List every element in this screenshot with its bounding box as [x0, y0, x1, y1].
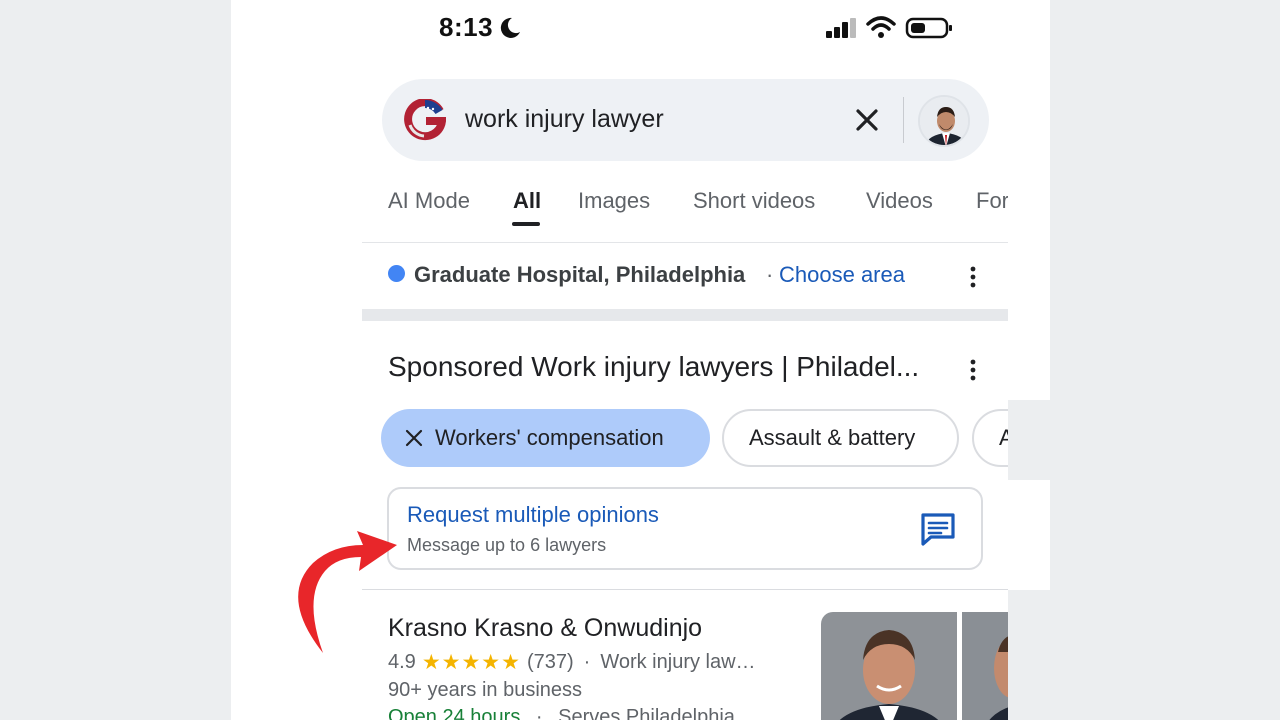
tab-images[interactable]: Images: [578, 188, 650, 214]
active-tab-indicator: [512, 222, 540, 226]
sponsored-more-icon[interactable]: [969, 358, 977, 382]
request-opinions-card[interactable]: [387, 487, 983, 570]
battery-icon: [905, 17, 952, 39]
firm-category: Work injury law…: [600, 651, 756, 673]
hours-separator: ·: [535, 706, 543, 720]
profile-avatar[interactable]: [918, 95, 970, 147]
tab-ai-mode[interactable]: AI Mode: [388, 188, 470, 214]
tab-forums[interactable]: For: [976, 188, 1008, 214]
moon-icon: [500, 17, 520, 38]
remove-filter-icon[interactable]: [403, 427, 425, 449]
rating-line: 4.9 ★★★★★ (737) · Work injury law…: [388, 650, 756, 675]
tab-short-videos[interactable]: Short videos: [693, 188, 815, 214]
red-arrow-annotation-icon: [298, 531, 397, 653]
chip-label: Workers' compensation: [435, 425, 664, 450]
lawyer-photo-image: [821, 612, 957, 720]
status-time: 8:13: [439, 12, 494, 42]
chip-assault-battery[interactable]: Assault & battery: [722, 409, 959, 467]
search-divider: [903, 97, 904, 143]
location-more-icon[interactable]: [969, 265, 977, 289]
section-separator: [362, 309, 1008, 321]
request-opinions-subtitle: Message up to 6 lawyers: [407, 535, 607, 555]
rating-separator: ·: [583, 651, 591, 673]
wifi-icon: [866, 16, 896, 38]
search-query[interactable]: work injury lawyer: [465, 105, 664, 134]
clear-search-icon[interactable]: [852, 104, 882, 136]
lawyer-photo[interactable]: [821, 612, 957, 720]
tab-videos[interactable]: Videos: [866, 188, 933, 214]
choose-area-link[interactable]: Choose area: [779, 262, 905, 288]
location-separator: ·: [766, 262, 774, 287]
chip-workers-compensation[interactable]: Workers' compensation: [381, 409, 710, 467]
open-status: Open 24 hours: [388, 706, 521, 720]
rating-stars-icon: ★★★★★: [421, 651, 521, 674]
location-name: Graduate Hospital, Philadelphia: [414, 262, 746, 287]
review-count: (737): [526, 651, 574, 673]
tab-all[interactable]: All: [513, 188, 541, 214]
request-opinions-title[interactable]: Request multiple opinions: [407, 502, 659, 528]
service-area: Serves Philadelphia: [558, 706, 735, 720]
chip-label: Assault & battery: [749, 425, 916, 450]
google-logo-icon[interactable]: [404, 99, 446, 141]
years-in-business: 90+ years in business: [388, 679, 583, 701]
sponsored-heading: Sponsored Work injury lawyers | Philadel…: [388, 351, 920, 382]
tabs-divider: [362, 242, 1008, 243]
firm-name[interactable]: Krasno Krasno & Onwudinjo: [388, 614, 702, 643]
message-icon[interactable]: [919, 511, 957, 547]
screen-edge-mask: [1008, 400, 1280, 480]
location-dot-icon: [388, 265, 405, 282]
cellular-signal-icon: [826, 18, 856, 38]
screen-edge-mask: [1008, 590, 1280, 720]
hours-line: Open 24 hours · Serves Philadelphia: [388, 706, 735, 720]
listing-divider: [362, 589, 1008, 590]
